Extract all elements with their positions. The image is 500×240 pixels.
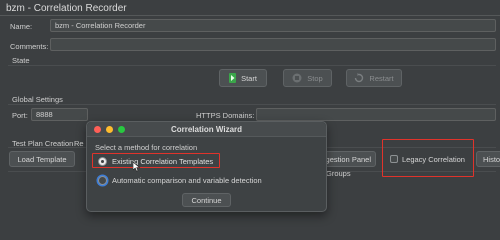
history-button[interactable]: Histo	[476, 151, 500, 167]
name-label: Name:	[10, 22, 33, 31]
port-label: Port:	[12, 111, 28, 120]
window-title: bzm - Correlation Recorder	[6, 3, 127, 14]
state-label: State	[12, 56, 30, 65]
stop-icon	[292, 73, 302, 83]
groups-label: Groups	[326, 169, 351, 178]
restart-label: Restart	[369, 73, 394, 83]
restart-button[interactable]: Restart	[346, 69, 402, 87]
restart-icon	[355, 73, 364, 83]
comments-label: Comments:	[10, 42, 49, 51]
dialog-titlebar: Correlation Wizard	[87, 122, 326, 137]
start-label: Start	[241, 73, 257, 83]
state-divider	[8, 65, 496, 66]
mouse-cursor-icon	[133, 162, 141, 172]
dialog-title: Correlation Wizard	[170, 125, 243, 134]
https-domains-label: HTTPS Domains:	[196, 111, 255, 120]
comments-field[interactable]	[50, 38, 496, 51]
port-field[interactable]: 8888	[31, 108, 88, 121]
existing-templates-highlight	[92, 153, 220, 168]
automatic-comparison-radio[interactable]	[98, 175, 107, 185]
option-automatic-comparison[interactable]: Automatic comparison and variable detect…	[95, 174, 315, 186]
automatic-comparison-label: Automatic comparison and variable detect…	[112, 175, 262, 185]
global-settings-label: Global Settings	[12, 95, 63, 104]
recorder-window: bzm - Correlation Recorder Name: bzm - C…	[0, 0, 500, 230]
https-domains-field[interactable]	[256, 108, 496, 121]
stop-label: Stop	[307, 73, 323, 83]
global-settings-divider	[8, 104, 496, 105]
name-field[interactable]: bzm - Correlation Recorder	[50, 19, 496, 32]
dialog-prompt: Select a method for correlation	[95, 143, 198, 152]
start-icon	[229, 73, 237, 83]
load-template-button[interactable]: Load Template	[9, 151, 75, 167]
continue-button[interactable]: Continue	[182, 193, 231, 207]
correlation-wizard-dialog: Correlation Wizard Select a method for c…	[86, 121, 327, 212]
start-button[interactable]: Start	[219, 69, 267, 87]
stop-button[interactable]: Stop	[283, 69, 332, 87]
legacy-correlation-highlight	[382, 139, 474, 177]
title-divider	[0, 15, 500, 16]
